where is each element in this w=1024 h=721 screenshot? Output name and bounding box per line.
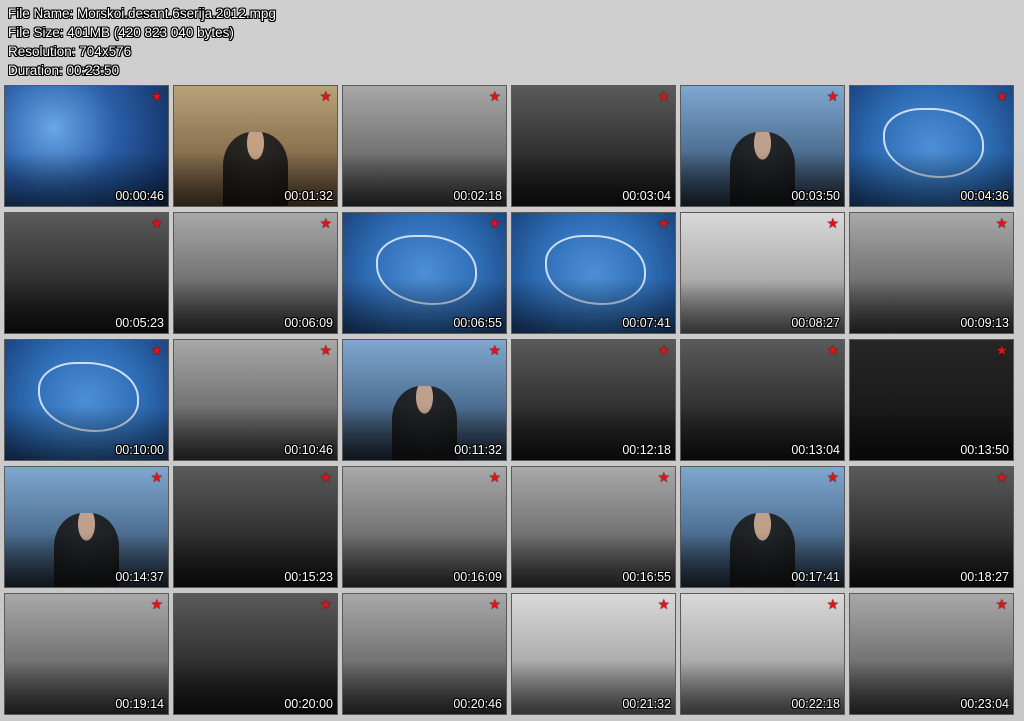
thumbnail-timestamp: 00:13:50: [960, 443, 1009, 457]
thumbnail-timestamp: 00:03:50: [791, 189, 840, 203]
red-star-icon: ★: [826, 596, 839, 612]
thumbnail[interactable]: ★ 00:12:18: [511, 339, 676, 461]
thumbnail[interactable]: ★ 00:17:41: [680, 466, 845, 588]
thumbnail-timestamp: 00:11:32: [454, 443, 502, 457]
thumbnail[interactable]: ★ 00:03:04: [511, 85, 676, 207]
thumbnail[interactable]: ★ 00:13:04: [680, 339, 845, 461]
thumbnail[interactable]: ★ 00:10:46: [173, 339, 338, 461]
thumbnail-timestamp: 00:20:46: [453, 697, 502, 711]
thumbnail[interactable]: ★ 00:01:32: [173, 85, 338, 207]
thumbnail[interactable]: ★ 00:00:46: [4, 85, 169, 207]
thumbnail-grid: ★ 00:00:46 ★ 00:01:32 ★ 00:02:18 ★ 00:03:04 ★ 00:…: [4, 85, 1016, 718]
file-size: File Size: 401MB (420 823 040 bytes): [8, 25, 234, 40]
red-star-icon: ★: [826, 215, 839, 231]
thumbnail[interactable]: ★ 00:21:32: [511, 593, 676, 715]
red-star-icon: ★: [826, 342, 839, 358]
red-star-icon: ★: [488, 342, 501, 358]
thumbnail-timestamp: 00:15:23: [284, 570, 333, 584]
thumbnail[interactable]: ★ 00:20:46: [342, 593, 507, 715]
thumbnail-timestamp: 00:20:00: [284, 697, 333, 711]
thumbnail-timestamp: 00:22:18: [791, 697, 840, 711]
red-star-icon: ★: [488, 88, 501, 104]
red-star-icon: ★: [488, 596, 501, 612]
thumbnail[interactable]: ★ 00:18:27: [849, 466, 1014, 588]
thumbnail-timestamp: 00:10:00: [115, 443, 164, 457]
thumbnail-timestamp: 00:06:55: [453, 316, 502, 330]
thumbnail[interactable]: ★ 00:15:23: [173, 466, 338, 588]
thumbnail[interactable]: ★ 00:13:50: [849, 339, 1014, 461]
red-star-icon: ★: [995, 342, 1008, 358]
thumbnail[interactable]: ★ 00:11:32: [342, 339, 507, 461]
thumbnail-timestamp: 00:16:09: [453, 570, 502, 584]
red-star-icon: ★: [826, 469, 839, 485]
thumbnail-timestamp: 00:07:41: [622, 316, 671, 330]
red-star-icon: ★: [657, 342, 670, 358]
thumbnail[interactable]: ★ 00:08:27: [680, 212, 845, 334]
thumbnail[interactable]: ★ 00:05:23: [4, 212, 169, 334]
red-star-icon: ★: [319, 469, 332, 485]
thumbnail[interactable]: ★ 00:20:00: [173, 593, 338, 715]
red-star-icon: ★: [995, 469, 1008, 485]
red-star-icon: ★: [319, 88, 332, 104]
thumbnail-timestamp: 00:02:18: [453, 189, 502, 203]
thumbnail[interactable]: ★ 00:09:13: [849, 212, 1014, 334]
thumbnail-timestamp: 00:14:37: [115, 570, 164, 584]
thumbnail[interactable]: ★ 00:03:50: [680, 85, 845, 207]
red-star-icon: ★: [657, 88, 670, 104]
thumbnail[interactable]: ★ 00:19:14: [4, 593, 169, 715]
thumbnail[interactable]: ★ 00:06:55: [342, 212, 507, 334]
thumbnail-timestamp: 00:19:14: [115, 697, 164, 711]
red-star-icon: ★: [150, 215, 163, 231]
thumbnail[interactable]: ★ 00:02:18: [342, 85, 507, 207]
thumbnail[interactable]: ★ 00:04:36: [849, 85, 1014, 207]
thumbnail-timestamp: 00:06:09: [284, 316, 333, 330]
thumbnail[interactable]: ★ 00:07:41: [511, 212, 676, 334]
thumbnail-timestamp: 00:13:04: [791, 443, 840, 457]
red-star-icon: ★: [150, 596, 163, 612]
thumbnail-timestamp: 00:05:23: [115, 316, 164, 330]
red-star-icon: ★: [657, 469, 670, 485]
red-star-icon: ★: [826, 88, 839, 104]
thumbnail[interactable]: ★ 00:06:09: [173, 212, 338, 334]
red-star-icon: ★: [995, 215, 1008, 231]
resolution: Resolution: 704x576: [8, 44, 132, 59]
red-star-icon: ★: [150, 342, 163, 358]
thumbnail-timestamp: 00:17:41: [791, 570, 840, 584]
thumbnail[interactable]: ★ 00:22:18: [680, 593, 845, 715]
thumbnail-timestamp: 00:21:32: [622, 697, 671, 711]
thumbnail-timestamp: 00:23:04: [960, 697, 1009, 711]
thumbnail[interactable]: ★ 00:23:04: [849, 593, 1014, 715]
red-star-icon: ★: [657, 596, 670, 612]
thumbnail[interactable]: ★ 00:16:55: [511, 466, 676, 588]
red-star-icon: ★: [150, 88, 163, 104]
red-star-icon: ★: [488, 469, 501, 485]
thumbnail-timestamp: 00:01:32: [284, 189, 333, 203]
thumbnail-timestamp: 00:08:27: [791, 316, 840, 330]
thumbnail-timestamp: 00:09:13: [960, 316, 1009, 330]
red-star-icon: ★: [319, 342, 332, 358]
thumbnail[interactable]: ★ 00:10:00: [4, 339, 169, 461]
thumbnail-timestamp: 00:10:46: [284, 443, 333, 457]
thumbnail-timestamp: 00:00:46: [115, 189, 164, 203]
red-star-icon: ★: [995, 596, 1008, 612]
red-star-icon: ★: [657, 215, 670, 231]
red-star-icon: ★: [995, 88, 1008, 104]
duration: Duration: 00:23:50: [8, 63, 120, 78]
thumbnail-timestamp: 00:04:36: [960, 189, 1009, 203]
file-name: File Name: Morskoi.desant.6serija.2012.m…: [8, 6, 276, 21]
thumbnail-timestamp: 00:03:04: [622, 189, 671, 203]
file-info-panel: File Name: Morskoi.desant.6serija.2012.m…: [8, 4, 408, 80]
thumbnail-timestamp: 00:16:55: [622, 570, 671, 584]
thumbnail[interactable]: ★ 00:16:09: [342, 466, 507, 588]
thumbnail-timestamp: 00:12:18: [622, 443, 671, 457]
thumbnail-timestamp: 00:18:27: [960, 570, 1009, 584]
red-star-icon: ★: [488, 215, 501, 231]
red-star-icon: ★: [319, 596, 332, 612]
thumbnail[interactable]: ★ 00:14:37: [4, 466, 169, 588]
red-star-icon: ★: [319, 215, 332, 231]
red-star-icon: ★: [150, 469, 163, 485]
